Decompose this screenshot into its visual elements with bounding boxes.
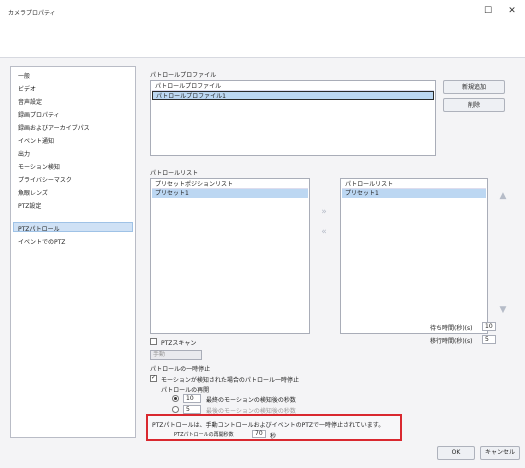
- patrol-profile-dropdown[interactable]: パトロールプロファイル: [152, 82, 434, 91]
- sidebar-item-video[interactable]: ビデオ: [18, 84, 36, 93]
- sidebar-item-ptz-settings[interactable]: PTZ設定: [18, 201, 41, 210]
- preset-list-header: プリセットポジションリスト: [152, 180, 308, 189]
- sidebar-item-fisheye[interactable]: 魚眼レンズ: [18, 188, 48, 197]
- close-icon[interactable]: ✕: [505, 5, 519, 17]
- maximize-icon[interactable]: ☐: [481, 5, 495, 17]
- pause-on-motion-label: モーションが検知された場合のパトロール一時停止: [161, 377, 300, 384]
- sidebar-item-general[interactable]: 一般: [18, 71, 30, 80]
- sidebar-item-audio[interactable]: 音声設定: [18, 97, 42, 106]
- title-bar: カメラプロパティ ☐ ✕: [0, 0, 525, 22]
- patrol-list-header: パトロールリスト: [342, 180, 486, 189]
- remove-from-patrol-icon[interactable]: «: [318, 226, 330, 238]
- patrol-list-label: パトロールリスト: [150, 170, 199, 177]
- ptz-scan-checkbox[interactable]: [150, 338, 157, 345]
- delete-profile-button[interactable]: 削除: [443, 98, 505, 112]
- patrol-profile-dropdown-value: パトロールプロファイル: [155, 83, 222, 90]
- ptz-pause-notice-highlight: PTZパトロールは、手動コントロールおよびイベントのPTZで一時停止されています…: [146, 414, 402, 441]
- window-title: カメラプロパティ: [8, 10, 56, 17]
- ptz-resume-timeout-input[interactable]: 70: [252, 430, 266, 438]
- settings-sidebar: 一般 ビデオ 音声設定 録画プロパティ 録画およびアーカイブパス イベント通知 …: [10, 66, 136, 438]
- patrol-profile-selected-row[interactable]: パトロールプロファイル1: [152, 91, 434, 100]
- wait-time-input[interactable]: 10: [482, 322, 496, 331]
- sidebar-item-privacy-mask[interactable]: プライバシーマスク: [18, 175, 72, 184]
- move-down-icon[interactable]: ▼: [497, 304, 509, 316]
- resume-option-1-label: 最終のモーションの検知後の秒数: [206, 397, 296, 404]
- patrol-profile-panel: パトロールプロファイル パトロールプロファイル1: [150, 80, 436, 156]
- preset-list-selected-row[interactable]: プリセット1: [152, 189, 308, 198]
- sidebar-item-event-ptz[interactable]: イベントでのPTZ: [18, 237, 65, 246]
- patrol-pause-label: パトロールの一時停止: [150, 366, 211, 373]
- move-time-input[interactable]: 5: [482, 335, 496, 344]
- preset-position-list[interactable]: プリセットポジションリスト プリセット1: [150, 178, 310, 334]
- sidebar-item-recording-properties[interactable]: 録画プロパティ: [18, 110, 60, 119]
- patrol-profile-label: パトロールプロファイル: [150, 72, 217, 79]
- resume-option-1-input[interactable]: 10: [183, 394, 201, 403]
- sidebar-item-ptz-patrol[interactable]: PTZパトロール: [18, 224, 60, 233]
- patrol-list-box[interactable]: パトロールリスト プリセット1: [340, 178, 488, 334]
- camera-properties-window: カメラプロパティ ☐ ✕ 一般 ビデオ 音声設定 録画プロパティ 録画およびアー…: [0, 0, 525, 468]
- resume-patrol-label: パトロールの再開: [161, 387, 210, 394]
- pause-on-motion-checkbox[interactable]: ✓: [150, 374, 157, 382]
- ptz-resume-timeout-unit: 秒: [270, 433, 277, 440]
- add-new-profile-button[interactable]: 新規追加: [443, 80, 505, 94]
- resume-option-2-radio[interactable]: [172, 406, 179, 413]
- sidebar-item-output[interactable]: 出力: [18, 149, 30, 158]
- ptz-scan-field[interactable]: 手動: [150, 350, 202, 360]
- ptz-pause-notice-text: PTZパトロールは、手動コントロールおよびイベントのPTZで一時停止されています…: [152, 422, 385, 429]
- patrol-list-selected-row[interactable]: プリセット1: [342, 189, 486, 198]
- wait-time-label: 待ち時間(秒)(s): [430, 325, 473, 332]
- move-up-icon[interactable]: ▲: [497, 190, 509, 202]
- sidebar-item-motion-detection[interactable]: モーション検知: [18, 162, 60, 171]
- sidebar-item-recording-archive-path[interactable]: 録画およびアーカイブパス: [18, 123, 90, 132]
- move-time-label: 移行時間(秒)(s): [430, 338, 473, 345]
- ptz-scan-label: PTZスキャン: [161, 340, 197, 347]
- resume-option-2-input[interactable]: 5: [183, 405, 201, 414]
- cancel-button[interactable]: キャンセル: [480, 446, 520, 460]
- patrol-profile-selected-label: パトロールプロファイル1: [156, 93, 226, 100]
- sidebar-item-event-notification[interactable]: イベント通知: [18, 136, 54, 145]
- add-to-patrol-icon[interactable]: »: [318, 206, 330, 218]
- header-band: [0, 22, 525, 58]
- resume-option-1-radio[interactable]: [172, 395, 179, 402]
- ptz-resume-timeout-label: PTZパトロールの再開秒数: [174, 432, 234, 438]
- ok-button[interactable]: OK: [437, 446, 475, 460]
